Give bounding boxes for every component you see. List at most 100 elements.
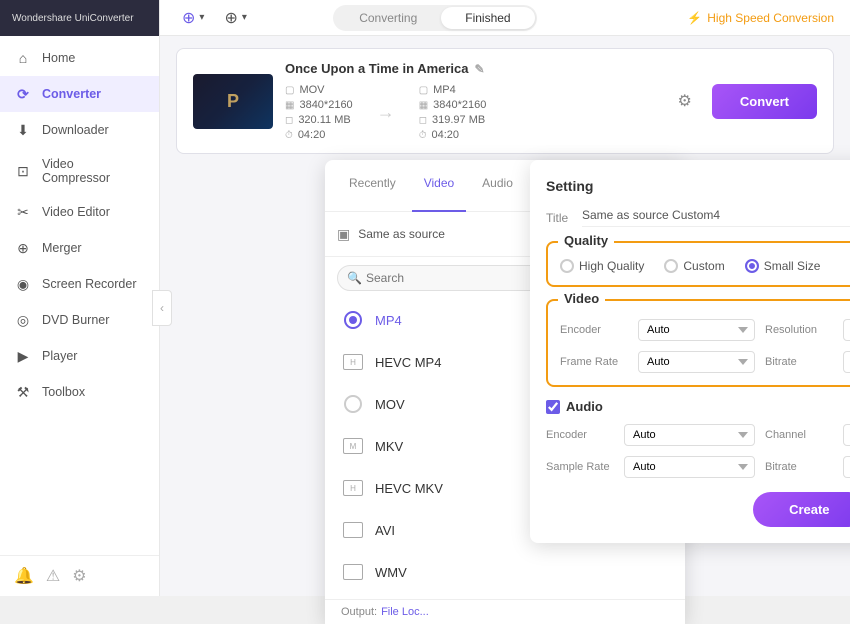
resolution-icon-dst: ▦ <box>419 100 428 111</box>
hevc-mp4-select-icon: H <box>341 350 365 374</box>
add-more-chevron: ▾ <box>242 12 247 23</box>
edit-title-icon[interactable]: ✎ <box>475 62 485 76</box>
sidebar-label-home: Home <box>42 51 75 65</box>
format-label-wmv: WMV <box>375 565 407 580</box>
audio-bitrate-select[interactable]: Auto <box>843 456 850 478</box>
target-size: 319.97 MB <box>432 114 485 126</box>
video-section-label: Video <box>558 291 605 306</box>
source-duration: 04:20 <box>298 129 326 141</box>
speed-conversion-label: ⚡ High Speed Conversion <box>687 11 834 25</box>
audio-channel-select[interactable]: Auto <box>843 424 850 446</box>
frame-rate-field: Frame Rate Auto <box>560 351 755 373</box>
format-label-hevc-mp4: HEVC MP4 <box>375 355 441 370</box>
audio-checkbox[interactable] <box>546 400 560 414</box>
monitor-icon: ▣ <box>337 226 350 243</box>
sidebar-item-video-editor[interactable]: ✂ Video Editor <box>0 194 159 230</box>
file-title: Once Upon a Time in America ✎ <box>285 61 666 76</box>
sidebar-item-player[interactable]: ▶ Player <box>0 338 159 374</box>
player-icon: ▶ <box>14 347 32 365</box>
sidebar-label-merger: Merger <box>42 241 82 255</box>
frame-rate-select[interactable]: Auto <box>638 351 755 373</box>
sidebar-label-recorder: Screen Recorder <box>42 277 137 291</box>
mp4-select-icon <box>341 308 365 332</box>
audio-encoder-select[interactable]: Auto <box>624 424 755 446</box>
video-fields: Encoder Auto Resolution 480*320 Frame Ra… <box>560 313 850 373</box>
sidebar-item-video-compressor[interactable]: ⊡ Video Compressor <box>0 148 159 194</box>
tab-converting[interactable]: Converting <box>335 7 441 29</box>
quality-section: Quality 2 High Quality Custom Small Size <box>546 241 850 287</box>
add-file-button[interactable]: ⊕ ▾ <box>176 4 210 32</box>
radio-custom <box>664 259 678 273</box>
file-thumbnail: P <box>193 74 273 129</box>
sidebar-item-converter[interactable]: ⟳ Converter <box>0 76 159 112</box>
format-tab-audio[interactable]: Audio <box>470 170 525 212</box>
quality-small[interactable]: Small Size <box>745 259 821 273</box>
tab-finished[interactable]: Finished <box>441 7 534 29</box>
converter-icon: ⟳ <box>14 85 32 103</box>
settings-header: Setting ✕ <box>546 176 850 196</box>
file-location[interactable]: File Loc... <box>381 606 429 618</box>
quality-custom-label: Custom <box>683 259 724 273</box>
audio-section-label: Audio <box>566 399 603 414</box>
sidebar-label-compressor: Video Compressor <box>42 157 145 185</box>
duration-icon-dst: ⏱ <box>419 130 427 141</box>
resolution-field: Resolution 480*320 <box>765 319 850 341</box>
sidebar-item-dvd-burner[interactable]: ◎ DVD Burner <box>0 302 159 338</box>
audio-channel-field: Channel Auto <box>765 424 850 446</box>
quality-custom[interactable]: Custom <box>664 259 724 273</box>
avi-select-icon <box>341 518 365 542</box>
bitrate-select[interactable]: 512 kbps <box>843 351 850 373</box>
audio-bitrate-field: Bitrate Auto <box>765 456 850 478</box>
file-meta: ▢ MOV ▦ 3840*2160 ◻ 320.11 MB ⏱ <box>285 84 666 141</box>
radio-high <box>560 259 574 273</box>
speed-text: High Speed Conversion <box>707 11 834 25</box>
quality-high[interactable]: High Quality <box>560 259 644 273</box>
settings-bottom-icon[interactable]: ⚙ <box>72 566 86 586</box>
alert-icon[interactable]: ⚠ <box>46 566 60 586</box>
create-button[interactable]: Create 4 <box>753 492 850 527</box>
home-icon: ⌂ <box>14 49 32 67</box>
recorder-icon: ◉ <box>14 275 32 293</box>
dvd-icon: ◎ <box>14 311 32 329</box>
settings-panel: Setting ✕ Title Same as source Custom4 Q… <box>530 160 850 543</box>
resolution-label: Resolution <box>765 324 835 336</box>
radio-small <box>745 259 759 273</box>
notification-icon[interactable]: 🔔 <box>14 566 34 586</box>
app-header: Wondershare UniConverter <box>0 0 159 36</box>
converter-area: P Once Upon a Time in America ✎ ▢ MOV ▦ <box>160 36 850 166</box>
sidebar-item-merger[interactable]: ⊕ Merger <box>0 230 159 266</box>
format-item-wmv[interactable]: WMV <box>325 551 685 593</box>
audio-encoder-field: Encoder Auto <box>546 424 755 446</box>
lightning-icon: ⚡ <box>687 11 702 25</box>
format-label-hevc-mkv: HEVC MKV <box>375 481 443 496</box>
convert-button[interactable]: Convert <box>712 84 817 119</box>
format-tab-recently[interactable]: Recently <box>337 170 408 212</box>
settings-footer: Create 4 Cancel <box>546 492 850 527</box>
format-label-mov: MOV <box>375 397 405 412</box>
add-more-button[interactable]: ⊕ ▾ <box>218 4 252 32</box>
video-section: Video 3 Encoder Auto Resolution 480*320 … <box>546 299 850 387</box>
sidebar-item-screen-recorder[interactable]: ◉ Screen Recorder <box>0 266 159 302</box>
quality-small-label: Small Size <box>764 259 821 273</box>
search-icon: 🔍 <box>347 271 362 285</box>
audio-fields: Encoder Auto Channel Auto Sample Rate Au… <box>546 424 850 478</box>
format-tab-video[interactable]: Video <box>412 170 466 212</box>
sidebar-item-toolbox[interactable]: ⚒ Toolbox <box>0 374 159 410</box>
audio-sample-rate-select[interactable]: Auto <box>624 456 755 478</box>
app-title: Wondershare UniConverter <box>12 13 134 24</box>
format-label-avi: AVI <box>375 523 395 538</box>
size-icon-dst: ◻ <box>419 115 427 126</box>
resolution-select[interactable]: 480*320 <box>843 319 850 341</box>
sidebar-item-downloader[interactable]: ⬇ Downloader <box>0 112 159 148</box>
file-title-text: Once Upon a Time in America <box>285 61 469 76</box>
file-settings-icon[interactable]: ⚙ <box>678 91 692 111</box>
sidebar-item-home[interactable]: ⌂ Home <box>0 40 159 76</box>
create-label: Create <box>789 502 829 517</box>
target-duration: 04:20 <box>432 129 460 141</box>
format-label-mp4: MP4 <box>375 313 402 328</box>
sidebar-collapse-btn[interactable]: ‹ <box>152 290 172 326</box>
settings-title: Setting <box>546 178 593 194</box>
merger-icon: ⊕ <box>14 239 32 257</box>
encoder-select[interactable]: Auto <box>638 319 755 341</box>
wmv-select-icon <box>341 560 365 584</box>
